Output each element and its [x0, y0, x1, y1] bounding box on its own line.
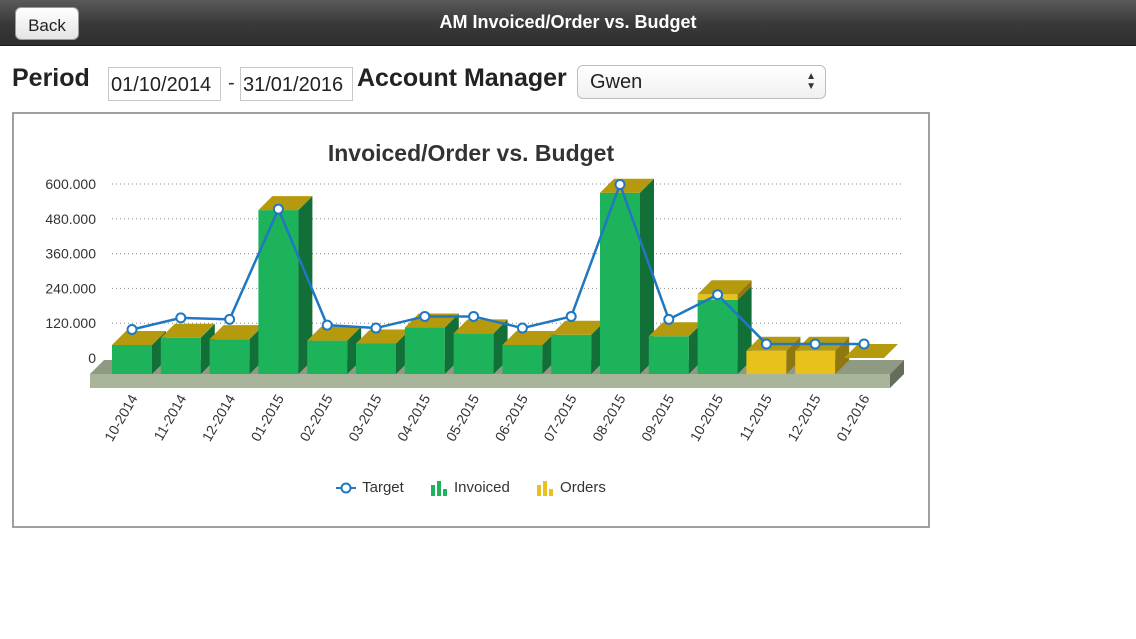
legend-invoiced-label: Invoiced	[453, 478, 510, 496]
account-manager-value: Gwen	[590, 71, 643, 93]
y-tick-label: 0	[88, 350, 96, 366]
x-tick-label: 03-2015	[345, 391, 385, 444]
account-manager-label: Account Manager	[357, 64, 567, 92]
invoiced-bar[interactable]	[112, 344, 152, 374]
target-point[interactable]	[614, 179, 626, 190]
invoiced-bar[interactable]	[160, 337, 201, 374]
x-tick-label: 05-2015	[443, 391, 483, 444]
invoiced-bar[interactable]	[551, 334, 592, 374]
period-label: Period	[12, 64, 90, 92]
x-tick-label: 04-2015	[394, 391, 434, 444]
invoiced-bar[interactable]	[404, 327, 445, 374]
filter-bar: Period 01/10/2014 - 31/01/2016 Account M…	[12, 62, 872, 102]
target-point[interactable]	[516, 322, 528, 334]
target-point[interactable]	[126, 324, 138, 335]
select-arrows-icon: ▲ ▼	[806, 71, 816, 92]
x-tick-label: 11-2015	[736, 391, 775, 443]
target-point[interactable]	[809, 338, 821, 350]
target-point[interactable]	[858, 338, 870, 350]
page-title: AM Invoiced/Order vs. Budget	[439, 12, 697, 32]
y-tick-label: 360.000	[45, 246, 96, 262]
target-point[interactable]	[224, 313, 236, 325]
target-point[interactable]	[468, 310, 480, 322]
chart-floor-front	[90, 374, 890, 388]
y-tick-label: 240.000	[45, 280, 96, 296]
account-manager-select[interactable]: Gwen ▲ ▼	[577, 65, 826, 99]
bar-chart-icon	[430, 480, 447, 496]
orders-bar[interactable]	[746, 350, 787, 374]
legend-invoiced[interactable]: Invoiced	[430, 479, 510, 496]
invoiced-bar[interactable]	[697, 300, 738, 374]
invoiced-bar[interactable]	[648, 336, 689, 374]
target-point[interactable]	[370, 322, 382, 334]
target-point[interactable]	[175, 312, 187, 324]
x-tick-label: 10-2014	[101, 391, 141, 444]
top-bar: Back AM Invoiced/Order vs. Budget	[0, 0, 1136, 46]
legend-orders[interactable]: Orders	[536, 479, 606, 496]
y-tick-label: 120.000	[45, 315, 96, 331]
x-tick-label: 09-2015	[638, 391, 678, 444]
chart-plot: 600.000 480.000 360.000 240.000 120.000 0 10-2…	[45, 176, 904, 444]
x-tick-label: 10-2015	[687, 391, 727, 444]
end-date-input[interactable]: 31/01/2016	[240, 67, 353, 101]
legend-target-label: Target	[362, 478, 404, 496]
x-tick-label: 07-2015	[540, 391, 580, 444]
x-tick-label: 01-2015	[247, 391, 287, 444]
invoiced-bar[interactable]	[356, 343, 396, 375]
invoiced-bar[interactable]	[209, 339, 250, 374]
target-point[interactable]	[321, 319, 333, 331]
target-point[interactable]	[272, 203, 284, 215]
invoiced-bar[interactable]	[502, 344, 543, 374]
x-tick-label: 08-2015	[589, 391, 629, 444]
invoiced-bar[interactable]	[453, 333, 494, 374]
target-point[interactable]	[760, 338, 772, 350]
target-point[interactable]	[565, 310, 577, 322]
chart-legend: Target Invoiced Orders	[14, 478, 928, 496]
invoiced-bar[interactable]	[307, 340, 348, 374]
target-point[interactable]	[419, 310, 431, 322]
target-point[interactable]	[663, 313, 675, 325]
x-tick-label: 11-2014	[150, 391, 189, 443]
date-separator: -	[228, 72, 235, 94]
x-tick-label: 01-2016	[833, 391, 873, 444]
y-tick-label: 480.000	[45, 211, 96, 227]
orders-bar[interactable]	[795, 350, 836, 374]
invoiced-bar[interactable]	[258, 210, 299, 374]
line-marker-icon	[336, 482, 357, 494]
x-tick-label: 12-2015	[784, 391, 824, 444]
legend-target[interactable]: Target	[336, 479, 404, 496]
bar-top	[844, 344, 898, 358]
start-date-input[interactable]: 01/10/2014	[108, 67, 221, 101]
y-tick-label: 600.000	[45, 176, 96, 192]
legend-orders-label: Orders	[560, 478, 606, 496]
chart-container: Invoiced/Order vs. Budget 600.000 480.000…	[12, 112, 930, 528]
x-tick-label: 12-2014	[199, 391, 239, 444]
x-tick-label: 06-2015	[491, 391, 531, 444]
target-point[interactable]	[712, 289, 724, 301]
bar-chart-icon	[537, 480, 554, 496]
x-tick-label: 02-2015	[296, 391, 336, 444]
